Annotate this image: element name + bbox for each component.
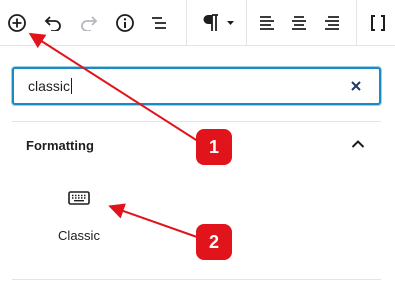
block-search-field[interactable]: classic [12, 67, 381, 105]
search-input[interactable]: classic [28, 77, 73, 95]
editor-toolbar [0, 0, 395, 46]
brackets-icon[interactable] [362, 7, 394, 39]
redo-icon[interactable] [73, 7, 105, 39]
toolbar-separator [246, 0, 247, 46]
annotation-badge-2: 2 [196, 224, 232, 260]
panel-divider-top [12, 121, 381, 122]
block-item-classic[interactable]: Classic [44, 180, 114, 250]
align-center-icon[interactable] [283, 7, 315, 39]
add-block-icon[interactable] [1, 7, 33, 39]
paragraph-icon[interactable] [196, 7, 240, 39]
panel-title[interactable]: Formatting [26, 138, 94, 153]
annotation-badge-1: 1 [196, 129, 232, 165]
list-view-icon[interactable] [143, 7, 175, 39]
panel-divider-bottom [12, 279, 381, 280]
align-right-icon[interactable] [316, 7, 348, 39]
text-caret [71, 78, 73, 94]
search-input-value: classic [28, 78, 71, 94]
keyboard-icon [67, 186, 91, 210]
toolbar-separator [356, 0, 357, 46]
undo-icon[interactable] [37, 7, 69, 39]
toolbar-separator [186, 0, 187, 46]
block-label: Classic [58, 228, 100, 243]
info-icon[interactable] [109, 7, 141, 39]
align-left-icon[interactable] [251, 7, 283, 39]
chevron-up-icon[interactable] [348, 134, 368, 154]
close-icon[interactable] [347, 77, 365, 95]
block-inserter-screenshot: classic Formatting Classic 1 2 [0, 0, 395, 292]
